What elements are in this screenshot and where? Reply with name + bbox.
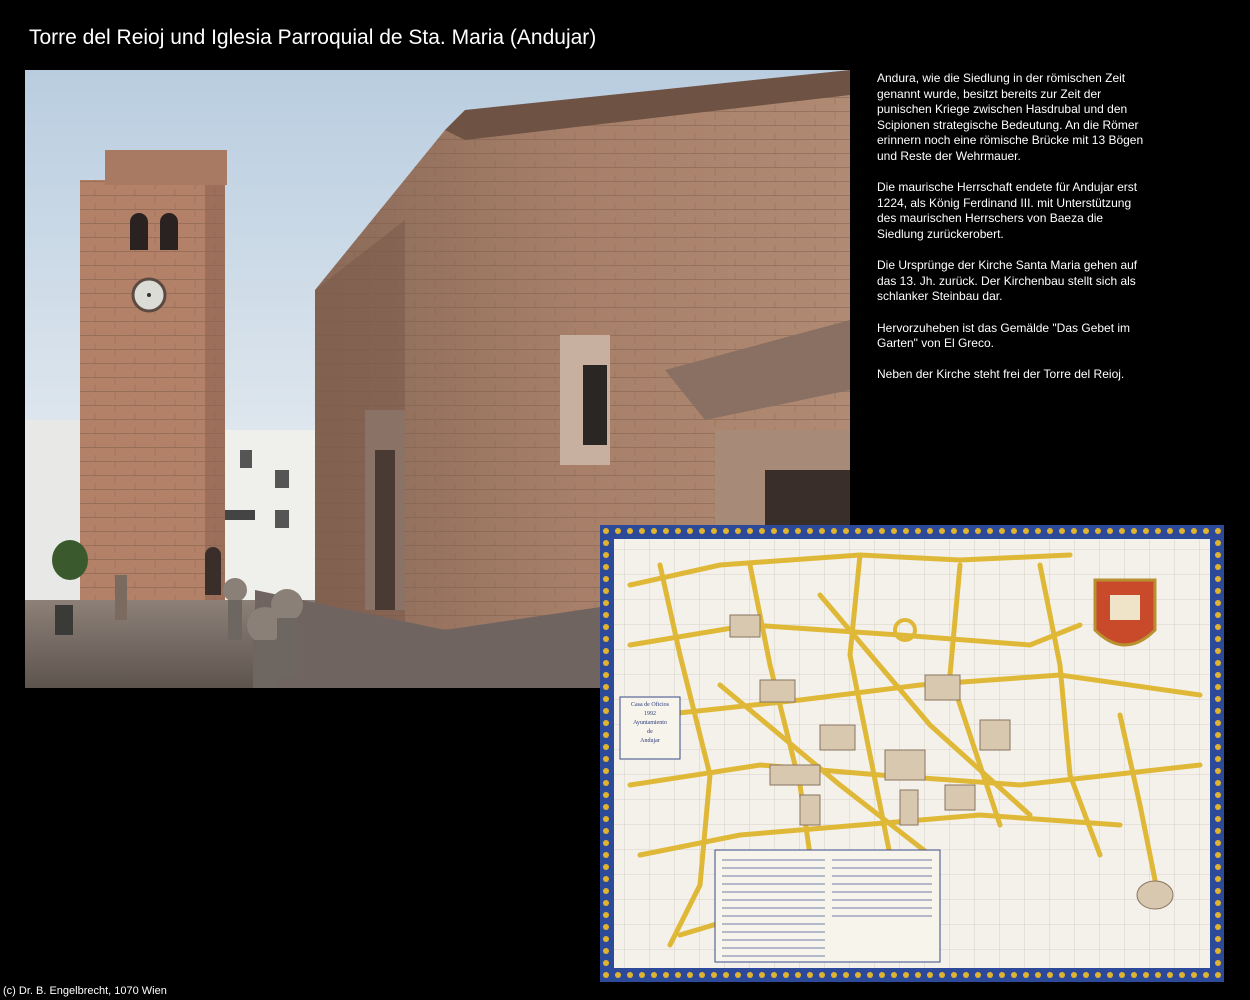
map-plaque-line: 1992 bbox=[644, 711, 656, 717]
map-plaque: Casa de Oficios 1992 Ayuntamiento de And… bbox=[620, 701, 680, 746]
paragraph-tower: Neben der Kirche steht frei der Torre de… bbox=[877, 367, 1125, 382]
page-title: Torre del Reioj und Iglesia Parroquial d… bbox=[29, 26, 597, 49]
tile-city-map-photo: Casa de Oficios 1992 Ayuntamiento de And… bbox=[600, 525, 1224, 982]
map-plaque-line: de bbox=[647, 729, 653, 735]
coat-of-arms-icon bbox=[1093, 578, 1157, 647]
paragraph-painting: Hervorzuheben ist das Gemälde "Das Gebet… bbox=[877, 320, 1131, 351]
description-text: Andura, wie die Siedlung in der römische… bbox=[877, 71, 1147, 398]
paragraph-moorish-rule: Die maurische Herrschaft endete für Andu… bbox=[877, 180, 1138, 241]
paragraph-church-origins: Die Ursprünge der Kirche Santa Maria geh… bbox=[877, 258, 1138, 304]
paragraph-history: Andura, wie die Siedlung in der römische… bbox=[877, 71, 1144, 163]
map-plaque-line: Andujar bbox=[640, 738, 660, 744]
map-plaque-line: Casa de Oficios bbox=[631, 702, 669, 708]
map-plaque-line: Ayuntamiento bbox=[633, 720, 667, 726]
copyright-notice: (c) Dr. B. Engelbrecht, 1070 Wien bbox=[3, 985, 167, 997]
